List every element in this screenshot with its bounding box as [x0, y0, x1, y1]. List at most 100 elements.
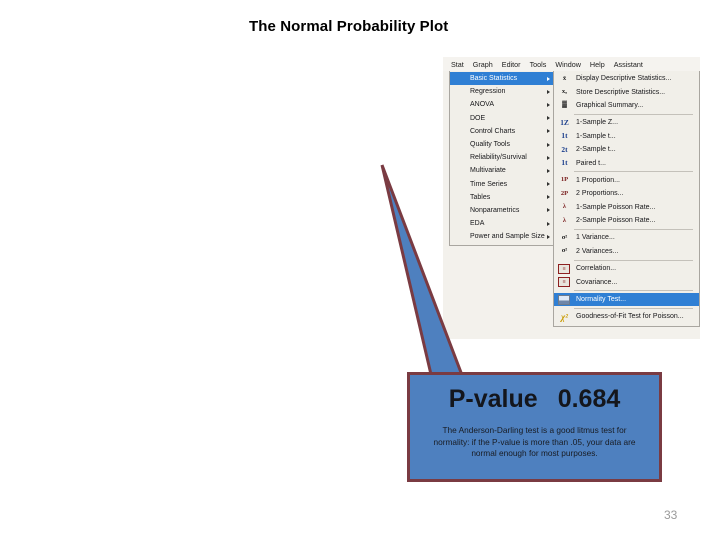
menubar-item-window[interactable]: Window — [555, 60, 581, 69]
submenu-item-label: Covariance... — [576, 278, 618, 286]
menubar-item-help[interactable]: Help — [590, 60, 605, 69]
two-proportions-icon: 2P — [560, 189, 569, 197]
stat-menu-item-label: Time Series — [470, 180, 508, 188]
two-variances-icon: σ² — [561, 247, 568, 255]
menubar-item-stat[interactable]: Stat — [451, 60, 464, 69]
submenu-item-label: 2-Sample t... — [576, 146, 616, 154]
submenu-item[interactable]: 1t 1-Sample t... — [554, 130, 699, 143]
pvalue-label: P-value — [448, 385, 538, 413]
one-variance-icon: σ² — [561, 233, 568, 241]
submenu-item[interactable]: 1P 1 Proportion... — [554, 174, 699, 187]
one-sample-z-icon: 1Z — [560, 117, 569, 127]
stat-menu-item[interactable]: Multivariate — [450, 164, 554, 177]
stat-menu-item-label: EDA — [470, 220, 485, 228]
callout-body-text: The Anderson-Darling test is a good litm… — [433, 425, 636, 459]
two-sample-t-icon: 2t — [561, 144, 568, 154]
menu-separator — [574, 290, 693, 292]
stat-menu-item[interactable]: Nonparametrics — [450, 204, 554, 217]
stat-menu-item[interactable]: Control Charts — [450, 125, 554, 138]
submenu-item-label: Paired t... — [576, 159, 606, 167]
submenu-item-label: Normality Test... — [576, 296, 627, 304]
submenu-item-label: 1 Proportion... — [576, 176, 620, 184]
submenu-item[interactable]: xₐ Store Descriptive Statistics... — [554, 85, 699, 98]
submenu-item[interactable]: 1t Paired t... — [554, 156, 699, 169]
menubar-item-editor[interactable]: Editor — [502, 60, 521, 69]
submenu-arrow-icon — [547, 208, 550, 213]
submenu-item-label: Store Descriptive Statistics... — [576, 88, 666, 96]
submenu-item[interactable]: χ² Goodness-of-Fit Test for Poisson... — [554, 310, 699, 323]
submenu-arrow-icon — [547, 116, 550, 121]
submenu-item-label: Correlation... — [576, 265, 617, 273]
covariance-icon: ≡ — [558, 277, 570, 288]
stat-menu-item[interactable]: EDA — [450, 217, 554, 230]
page-number: 33 — [664, 508, 678, 522]
submenu-item-label: 1-Sample t... — [576, 132, 616, 140]
submenu-arrow-icon — [547, 142, 550, 147]
submenu-item[interactable]: λ 1-Sample Poisson Rate... — [554, 201, 699, 214]
submenu-item[interactable]: σ² 1 Variance... — [554, 231, 699, 244]
stat-menu-item[interactable]: Reliability/Survival — [450, 151, 554, 164]
stat-menu-item-label: Power and Sample Size — [470, 233, 545, 241]
stat-menu-item[interactable]: DOE — [450, 112, 554, 125]
stat-menu-item-label: Basic Statistics — [470, 75, 518, 83]
stat-dropdown-menu[interactable]: Basic Statistics Regression ANOVA DOE Contro… — [449, 71, 555, 247]
one-proportion-icon: 1P — [560, 176, 569, 184]
submenu-arrow-icon — [547, 102, 550, 107]
menu-separator — [574, 307, 693, 309]
stat-menu-item[interactable]: Regression — [450, 85, 554, 98]
submenu-item[interactable]: 1Z 1-Sample Z... — [554, 116, 699, 129]
submenu-item-label: 1 Variance... — [576, 234, 615, 242]
menu-separator — [574, 113, 693, 115]
stat-menu-item-label: Nonparametrics — [470, 206, 520, 214]
submenu-item[interactable]: 2t 2-Sample t... — [554, 143, 699, 156]
submenu-item[interactable]: λ 2-Sample Poisson Rate... — [554, 214, 699, 227]
submenu-arrow-icon — [547, 155, 550, 160]
stat-menu-item[interactable]: ANOVA — [450, 98, 554, 111]
stat-menu-item[interactable]: Time Series — [450, 178, 554, 191]
submenu-arrow-icon — [547, 76, 550, 81]
submenu-item-label: 2 Proportions... — [576, 190, 624, 198]
submenu-arrow-icon — [547, 89, 550, 94]
submenu-arrow-icon — [547, 168, 550, 173]
pvalue-heading: P-value 0.684 — [410, 385, 659, 414]
submenu-item[interactable]: ▓ Graphical Summary... — [554, 99, 699, 112]
stat-menu-item-label: Quality Tools — [470, 141, 510, 149]
stat-menu-item[interactable]: Quality Tools — [450, 138, 554, 151]
submenu-item[interactable]: ≡ Correlation... — [554, 262, 699, 275]
stat-menu-item-label: DOE — [470, 114, 486, 122]
stat-menu-item-label: Control Charts — [470, 127, 516, 135]
menubar-item-tools[interactable]: Tools — [530, 60, 547, 69]
stat-menu-item[interactable]: Basic Statistics — [450, 72, 554, 86]
submenu-arrow-icon — [547, 129, 550, 134]
submenu-item[interactable]: 2P 2 Proportions... — [554, 187, 699, 200]
submenu-item-label: Goodness-of-Fit Test for Poisson... — [576, 313, 684, 321]
submenu-item-label: Display Descriptive Statistics... — [576, 75, 672, 83]
menu-bar: Stat Graph Editor Tools Window Help Assistant — [443, 57, 700, 71]
store-stats-icon: xₐ — [561, 88, 568, 96]
correlation-icon: ≡ — [558, 263, 570, 274]
submenu-item[interactable]: Normality Test... — [554, 292, 699, 307]
paired-t-icon: 1t — [561, 158, 568, 168]
submenu-item-label: Graphical Summary... — [576, 101, 644, 109]
submenu-arrow-icon — [547, 195, 550, 200]
submenu-item[interactable]: σ² 2 Variances... — [554, 245, 699, 258]
stat-menu-item-label: ANOVA — [470, 101, 494, 109]
pvalue-value: 0.684 — [557, 385, 621, 413]
submenu-item[interactable]: x̄ Display Descriptive Statistics... — [554, 72, 699, 85]
stat-menu-item-label: Multivariate — [470, 167, 506, 175]
one-sample-t-icon: 1t — [561, 131, 568, 141]
basic-statistics-submenu[interactable]: x̄ Display Descriptive Statistics... xₐ Sto… — [553, 71, 700, 327]
x-bar-icon: x̄ — [562, 74, 567, 82]
stat-menu-item[interactable]: Power and Sample Size — [450, 230, 554, 243]
pvalue-callout-box: P-value 0.684 The Anderson-Darling test i… — [407, 372, 662, 482]
submenu-arrow-icon — [547, 182, 550, 187]
goodness-of-fit-icon: χ² — [561, 311, 568, 322]
menubar-item-graph[interactable]: Graph — [473, 60, 493, 69]
submenu-item-label: 1-Sample Z... — [576, 119, 619, 127]
submenu-arrow-icon — [547, 234, 550, 239]
submenu-item[interactable]: ≡ Covariance... — [554, 275, 699, 288]
menubar-item-assistant[interactable]: Assistant — [614, 60, 643, 69]
menu-separator — [574, 228, 693, 230]
two-sample-poisson-icon: λ — [562, 216, 567, 224]
stat-menu-item[interactable]: Tables — [450, 191, 554, 204]
